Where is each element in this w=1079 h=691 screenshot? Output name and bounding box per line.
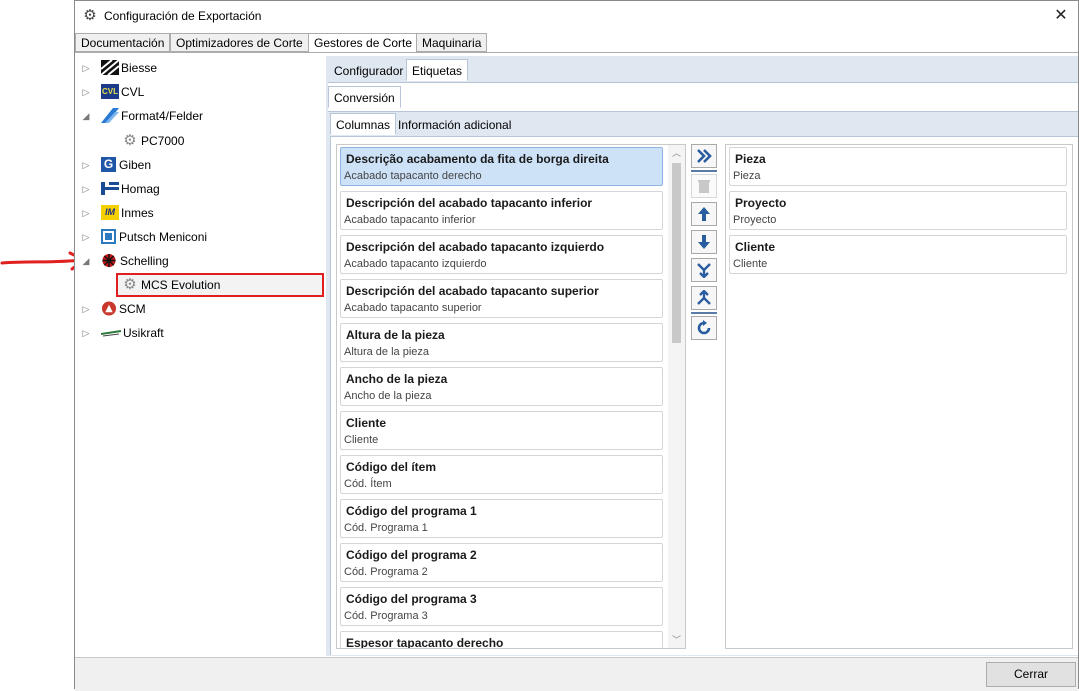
manufacturer-tree: ▷ Biesse ▷ CVL CVL ◢ Format4/Felder ⚙ PC… [75, 53, 325, 657]
list-item[interactable]: Cliente Cliente [340, 411, 663, 450]
scroll-thumb[interactable] [672, 163, 681, 343]
expand-icon[interactable]: ▷ [81, 322, 91, 344]
split-icon [697, 290, 711, 305]
window-title: Configuración de Exportación [104, 9, 262, 23]
delete-icon [698, 180, 710, 193]
merge-down-button[interactable] [691, 258, 717, 282]
selected-columns-list[interactable]: Pieza Pieza Proyecto Proyecto Cliente Clien… [725, 144, 1073, 649]
expand-icon[interactable]: ▷ [81, 226, 91, 248]
scroll-down-icon[interactable]: ﹀ [668, 632, 685, 648]
list-item[interactable]: Código del programa 1 Cód. Programa 1 [340, 499, 663, 538]
tree-label: PC7000 [141, 134, 185, 148]
list-item[interactable]: Descripción del acabado tapacanto superi… [340, 279, 663, 318]
expand-icon[interactable]: ▷ [81, 178, 91, 200]
move-up-button[interactable] [691, 202, 717, 226]
tab-etiquetas[interactable]: Etiquetas [406, 59, 469, 81]
tab-configurador[interactable]: Configurador [328, 59, 409, 81]
list-item[interactable]: Espesor tapacanto derecho [340, 631, 663, 648]
conversion-panel: Columnas Información adicional Descrição… [328, 111, 1078, 656]
giben-logo-icon: G [101, 157, 116, 172]
tree-label: CVL [121, 85, 145, 99]
tab-gestores[interactable]: Gestores de Corte [308, 33, 419, 53]
gear-icon: ⚙ [123, 132, 137, 149]
toolbar-separator [691, 170, 717, 172]
refresh-icon [697, 320, 711, 335]
expand-icon[interactable]: ▷ [81, 81, 91, 103]
tree-label: MCS Evolution [141, 278, 221, 292]
collapse-icon[interactable]: ◢ [81, 250, 91, 272]
tree-label: Homag [121, 182, 160, 196]
tree-label: SCM [119, 302, 146, 316]
etiquetas-panel: Conversión Columnas Información adiciona… [328, 82, 1078, 656]
list-item[interactable]: Proyecto Proyecto [729, 191, 1067, 230]
tree-label: Putsch Meniconi [119, 230, 208, 244]
schelling-logo-icon [102, 253, 116, 268]
vertical-scrollbar[interactable]: ︿ ﹀ [668, 145, 685, 648]
tab-informacion-adicional[interactable]: Información adicional [392, 113, 517, 135]
list-item[interactable]: Descrição acabamento da fita de borga di… [340, 147, 663, 186]
tab-documentacion[interactable]: Documentación [75, 33, 171, 52]
merge-down-icon [697, 263, 711, 278]
gear-icon: ⚙ [123, 276, 137, 293]
close-button[interactable]: ✕ [1050, 5, 1072, 27]
tree-label: Biesse [121, 61, 158, 75]
top-tab-strip: Documentación Optimizadores de Corte Ges… [75, 33, 1078, 53]
expand-icon[interactable]: ▷ [81, 298, 91, 320]
tab-optimizadores[interactable]: Optimizadores de Corte [170, 33, 309, 52]
list-item[interactable]: Descripción del acabado tapacanto izquie… [340, 235, 663, 274]
delete-button[interactable] [691, 174, 717, 198]
tab-maquinaria[interactable]: Maquinaria [416, 33, 488, 52]
expand-icon[interactable]: ▷ [81, 202, 91, 224]
tree-label: Inmes [121, 206, 154, 220]
toolbar-separator [691, 312, 717, 314]
list-item[interactable]: Descripción del acabado tapacanto inferi… [340, 191, 663, 230]
columnas-panel: Descrição acabamento da fita de borga di… [330, 136, 1078, 655]
format4-logo-icon [101, 108, 119, 123]
split-button[interactable] [691, 286, 717, 310]
list-item[interactable]: Pieza Pieza [729, 147, 1067, 186]
title-bar: ⚙ Configuración de Exportación ✕ [75, 1, 1078, 32]
refresh-button[interactable] [691, 316, 717, 340]
close-dialog-button[interactable]: Cerrar [986, 662, 1076, 687]
tree-label: Giben [119, 158, 152, 172]
available-columns-list[interactable]: Descrição acabamento da fita de borga di… [336, 144, 686, 649]
list-item[interactable]: Cliente Cliente [729, 235, 1067, 274]
list-item[interactable]: Código del ítem Cód. Ítem [340, 455, 663, 494]
expand-icon[interactable]: ▷ [81, 57, 91, 79]
homag-logo-icon [101, 182, 119, 195]
move-down-icon [698, 235, 710, 249]
scm-logo-icon [101, 301, 117, 316]
collapse-icon[interactable]: ◢ [81, 105, 91, 127]
tab-columnas[interactable]: Columnas [330, 113, 397, 135]
add-all-icon [697, 149, 712, 163]
tree-label: Format4/Felder [121, 109, 204, 123]
move-down-button[interactable] [691, 230, 717, 254]
list-item[interactable]: Ancho de la pieza Ancho de la pieza [340, 367, 663, 406]
add-all-button[interactable] [691, 144, 717, 168]
putsch-logo-icon [101, 229, 116, 244]
list-item[interactable]: Altura de la pieza Altura de la pieza [340, 323, 663, 362]
inmes-logo-icon: IM [101, 205, 119, 220]
scroll-up-icon[interactable]: ︿ [668, 145, 685, 161]
tab-conversion[interactable]: Conversión [328, 86, 401, 108]
config-panel: Configurador Etiquetas Conversión Column… [326, 56, 1078, 656]
tree-label: Schelling [120, 254, 169, 268]
dialog-footer: Cerrar [75, 657, 1078, 691]
expand-icon[interactable]: ▷ [81, 154, 91, 176]
export-config-window: ⚙ Configuración de Exportación ✕ Documen… [74, 0, 1079, 691]
biesse-logo-icon [101, 60, 119, 75]
usikraft-logo-icon [101, 330, 121, 337]
cvl-logo-icon: CVL [101, 84, 119, 99]
gear-icon: ⚙ [83, 7, 97, 24]
tree-label: Usikraft [123, 326, 164, 340]
move-up-icon [698, 207, 710, 221]
list-item[interactable]: Código del programa 3 Cód. Programa 3 [340, 587, 663, 626]
list-item[interactable]: Código del programa 2 Cód. Programa 2 [340, 543, 663, 582]
